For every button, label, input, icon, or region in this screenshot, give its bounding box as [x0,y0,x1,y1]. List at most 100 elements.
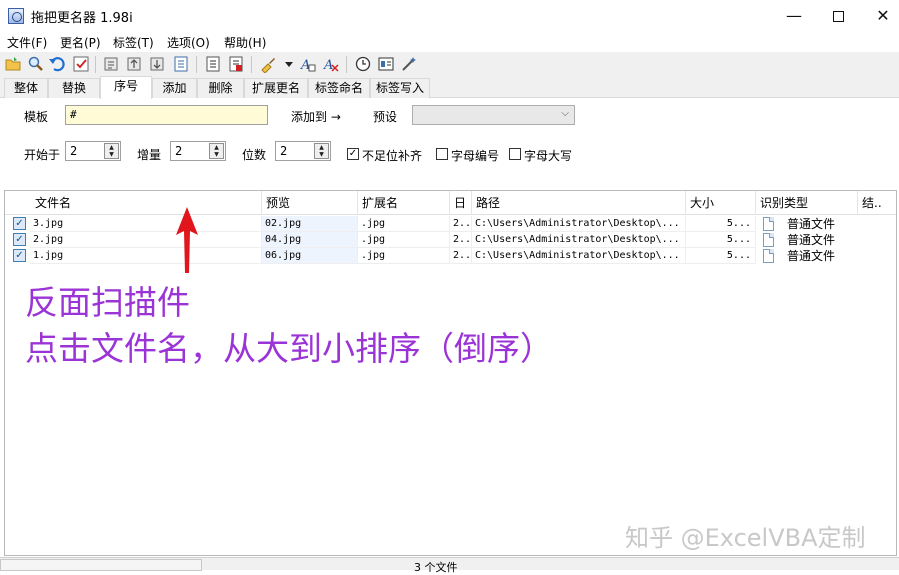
file-list[interactable]: 文件名 预览 扩展名 日 路径 大小 识别类型 结.. ✓ 3.jpg 02.j… [4,190,897,556]
page-red-icon[interactable] [227,55,245,73]
tab-delete[interactable]: 删除 [197,78,244,98]
cell-path: C:\Users\Administrator\Desktop\... [472,216,686,232]
start-value: 2 [70,144,78,158]
tab-strip: 整体 替换 序号 添加 删除 扩展更名 标签命名 标签写入 [0,76,899,99]
column-header-path[interactable]: 路径 [472,191,686,215]
spin-arrows-icon[interactable]: ▲ ▼ [104,143,119,159]
column-header-extension[interactable]: 扩展名 [358,191,450,215]
wand-icon[interactable] [400,55,418,73]
digits-label: 位数 [242,148,267,162]
add-to-button[interactable]: 添加到 → [291,108,341,125]
column-header-size[interactable]: 大小 [686,191,756,215]
annotation-line-2: 点击文件名，从大到小排序（倒序） [25,329,553,368]
cell-size: 5... [686,216,756,232]
status-segment [0,559,202,571]
rename-down-icon[interactable] [148,55,166,73]
menu-tag[interactable]: 标签(T) [113,34,154,51]
window-title: 拖把更名器 1.98i [31,11,133,26]
cell-filename: 2.jpg [30,232,262,248]
annotation-line-1: 反面扫描件 [25,283,190,322]
find-icon[interactable] [26,55,44,73]
table-row[interactable]: ✓ 3.jpg 02.jpg .jpg 2.. C:\Users\Adminis… [5,216,896,232]
menu-options[interactable]: 选项(O) [167,34,210,51]
file-icon [763,249,774,263]
row-checkbox[interactable]: ✓ [13,249,26,262]
cell-type: 普通文件 [787,233,836,247]
row-checkbox[interactable]: ✓ [13,233,26,246]
letter-number-checkbox[interactable] [436,148,448,160]
panel-icon[interactable] [377,55,395,73]
close-button[interactable]: ✕ [860,0,899,31]
cell-date: 2.. [450,216,472,232]
preset-label: 预设 [373,110,398,124]
brush-icon[interactable] [259,55,277,73]
tab-add[interactable]: 添加 [152,78,197,98]
spin-arrows-icon[interactable]: ▲ ▼ [314,143,329,159]
cell-preview: 06.jpg [262,248,358,264]
template-label: 模板 [24,110,49,124]
column-header-result[interactable]: 结.. [858,191,896,215]
digits-stepper[interactable]: 2 ▲ ▼ [275,141,331,161]
tab-replace[interactable]: 替换 [48,78,100,98]
dropdown-icon[interactable] [280,55,298,73]
undo-icon[interactable] [48,55,66,73]
maximize-icon [832,11,844,22]
column-header-preview[interactable]: 预览 [262,191,358,215]
tab-ext-rename[interactable]: 扩展更名 [244,78,308,98]
template-input[interactable]: # [65,105,268,125]
rename-up-icon[interactable] [125,55,143,73]
step-value: 2 [175,144,183,158]
font-clear-icon[interactable]: A [322,55,340,73]
toolbar-separator [346,56,347,73]
step-stepper[interactable]: 2 ▲ ▼ [170,141,226,161]
cell-path: C:\Users\Administrator\Desktop\... [472,232,686,248]
start-label: 开始于 [24,148,61,162]
up-arrow-icon [176,207,198,273]
cell-extension: .jpg [358,232,450,248]
minimize-button[interactable]: — [771,0,817,31]
status-bar: 3 个文件 [0,557,899,574]
cell-type: 普通文件 [787,217,836,231]
toolbar-separator [196,56,197,73]
table-row[interactable]: ✓ 1.jpg 06.jpg .jpg 2.. C:\Users\Adminis… [5,248,896,264]
menu-file[interactable]: 文件(F) [7,34,47,51]
tab-overall[interactable]: 整体 [4,78,48,98]
clock-icon[interactable] [354,55,372,73]
pad-label: 不足位补齐 [362,149,423,163]
menu-help[interactable]: 帮助(H) [224,34,266,51]
tab-sequence[interactable]: 序号 [100,76,152,99]
preset-select[interactable]: ⌵ [412,105,575,125]
status-file-count: 3 个文件 [414,561,458,574]
check-icon[interactable] [72,55,90,73]
doc-icon[interactable] [172,55,190,73]
app-icon [8,8,24,24]
row-checkbox[interactable]: ✓ [13,217,26,230]
digits-value: 2 [280,144,288,158]
menu-rename[interactable]: 更名(P) [60,34,101,51]
column-header-date[interactable]: 日 [450,191,472,215]
tab-tag-write[interactable]: 标签写入 [370,78,430,98]
uppercase-label: 字母大写 [524,149,573,163]
uppercase-checkbox[interactable] [509,148,521,160]
open-icon[interactable] [4,55,22,73]
sequence-panel: 模板 # 添加到 → 预设 ⌵ 开始于 2 ▲ ▼ 增量 2 ▲ ▼ 位数 2 ▲ ▼… [0,98,899,188]
cell-filename: 3.jpg [30,216,262,232]
page-icon[interactable] [204,55,222,73]
table-row[interactable]: ✓ 2.jpg 04.jpg .jpg 2.. C:\Users\Adminis… [5,232,896,248]
pad-checkbox[interactable]: ✓ [347,148,359,160]
maximize-button[interactable] [815,0,861,31]
start-stepper[interactable]: 2 ▲ ▼ [65,141,121,161]
spin-arrows-icon[interactable]: ▲ ▼ [209,143,224,159]
chevron-down-icon: ⌵ [561,108,569,119]
column-header-filename[interactable]: 文件名 [31,191,262,215]
cell-preview: 02.jpg [262,216,358,232]
column-header-type[interactable]: 识别类型 [756,191,858,215]
cell-date: 2.. [450,248,472,264]
cell-path: C:\Users\Administrator\Desktop\... [472,248,686,264]
tab-tag-naming[interactable]: 标签命名 [308,78,370,98]
cell-type: 普通文件 [787,249,836,263]
rename-icon[interactable] [102,55,120,73]
toolbar: A A [0,52,899,77]
font-icon[interactable]: A [299,55,317,73]
cell-preview: 04.jpg [262,232,358,248]
